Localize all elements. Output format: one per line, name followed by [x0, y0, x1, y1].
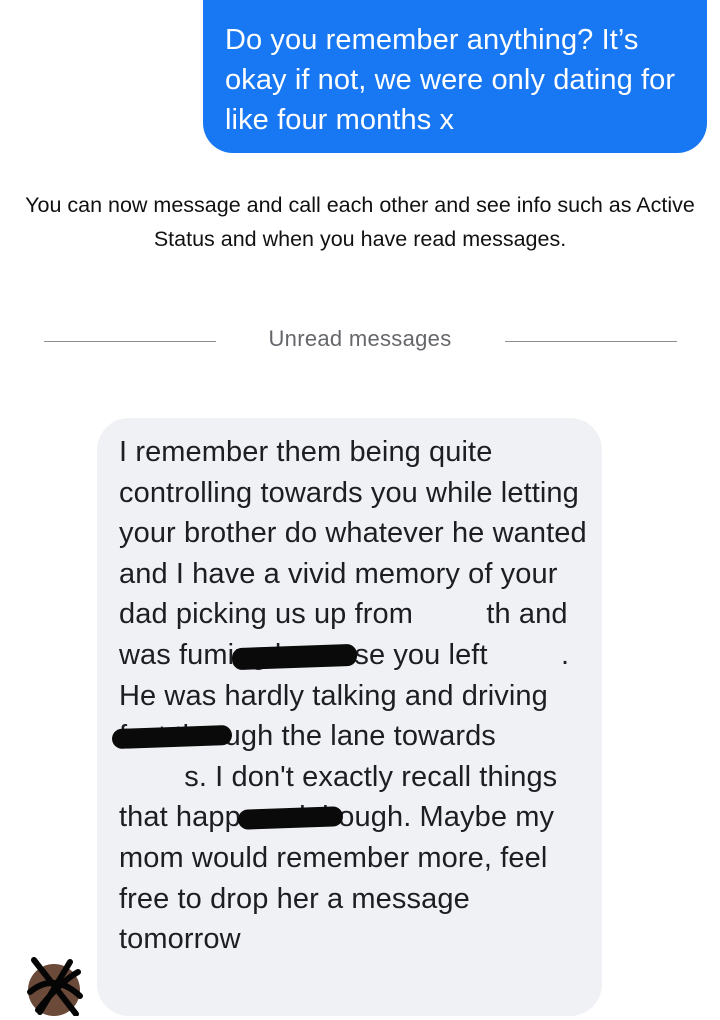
received-message-bubble[interactable]: I remember them being quite controlling …: [97, 418, 602, 1016]
redaction-scribble: [237, 806, 344, 830]
system-notice: You can now message and call each other …: [25, 193, 695, 251]
bottom-edge: [0, 1016, 720, 1020]
scribbled-avatar-icon[interactable]: [20, 952, 88, 1020]
received-message-content: I remember them being quite controlling …: [119, 436, 587, 956]
sent-message-bubble[interactable]: Do you remember anything? It’s okay if n…: [203, 0, 707, 153]
redaction-scribble: [231, 643, 358, 671]
received-message-text: I remember them being quite controlling …: [119, 432, 588, 960]
sent-message-text: Do you remember anything? It’s okay if n…: [225, 24, 676, 136]
divider-line-right: [505, 341, 677, 342]
redaction-scribble: [111, 724, 233, 750]
unread-messages-label: Unread messages: [268, 326, 452, 351]
unread-messages-divider: Unread messages: [0, 322, 720, 362]
